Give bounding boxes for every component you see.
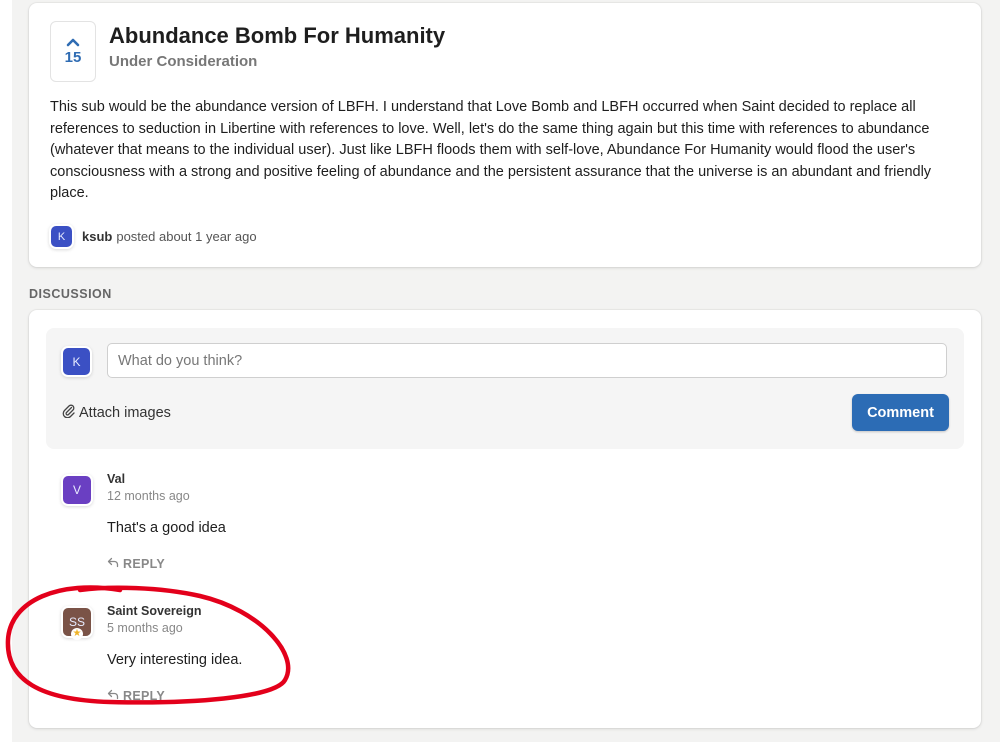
attach-images-label: Attach images (79, 404, 171, 421)
reply-button[interactable]: REPLY (107, 557, 165, 571)
comment-time: 12 months ago (107, 489, 190, 503)
paperclip-icon (62, 403, 79, 422)
upvote-arrow-icon (66, 37, 80, 47)
comment-input[interactable] (107, 343, 947, 378)
comment-text: Very interesting idea. (107, 652, 243, 668)
vote-count: 15 (64, 49, 82, 66)
commenter-avatar[interactable]: V (63, 476, 91, 504)
comment-text: That's a good idea (107, 520, 226, 536)
post-meta: K ksub posted about 1 year ago (51, 226, 257, 247)
author-avatar[interactable]: K (51, 226, 72, 247)
post-status: Under Consideration (109, 53, 258, 70)
star-icon: ★ (71, 628, 83, 640)
reply-button[interactable]: REPLY (107, 689, 165, 703)
attach-images-button[interactable]: Attach images (62, 403, 171, 422)
commenter-name[interactable]: Saint Sovereign (107, 604, 201, 618)
comment-submit-button[interactable]: Comment (852, 394, 949, 431)
author-name[interactable]: ksub (82, 229, 112, 244)
reply-label: REPLY (123, 557, 166, 571)
current-user-avatar: K (63, 348, 90, 375)
discussion-card: K Attach images Comment V Val 12 months … (29, 310, 981, 728)
reply-arrow-icon (107, 557, 123, 571)
comment-time: 5 months ago (107, 621, 183, 635)
posted-time: posted about 1 year ago (116, 229, 257, 244)
comment-composer: K Attach images Comment (46, 328, 964, 449)
upvote-button[interactable]: 15 (50, 21, 96, 82)
post-title: Abundance Bomb For Humanity (109, 23, 446, 48)
reply-label: REPLY (123, 689, 166, 703)
post-card: 15 Abundance Bomb For Humanity Under Con… (29, 3, 981, 267)
discussion-heading: DISCUSSION (29, 287, 112, 301)
reply-arrow-icon (107, 689, 123, 703)
page-left-strip (0, 0, 12, 742)
commenter-name[interactable]: Val (107, 472, 125, 486)
post-body: This sub would be the abundance version … (50, 99, 932, 201)
